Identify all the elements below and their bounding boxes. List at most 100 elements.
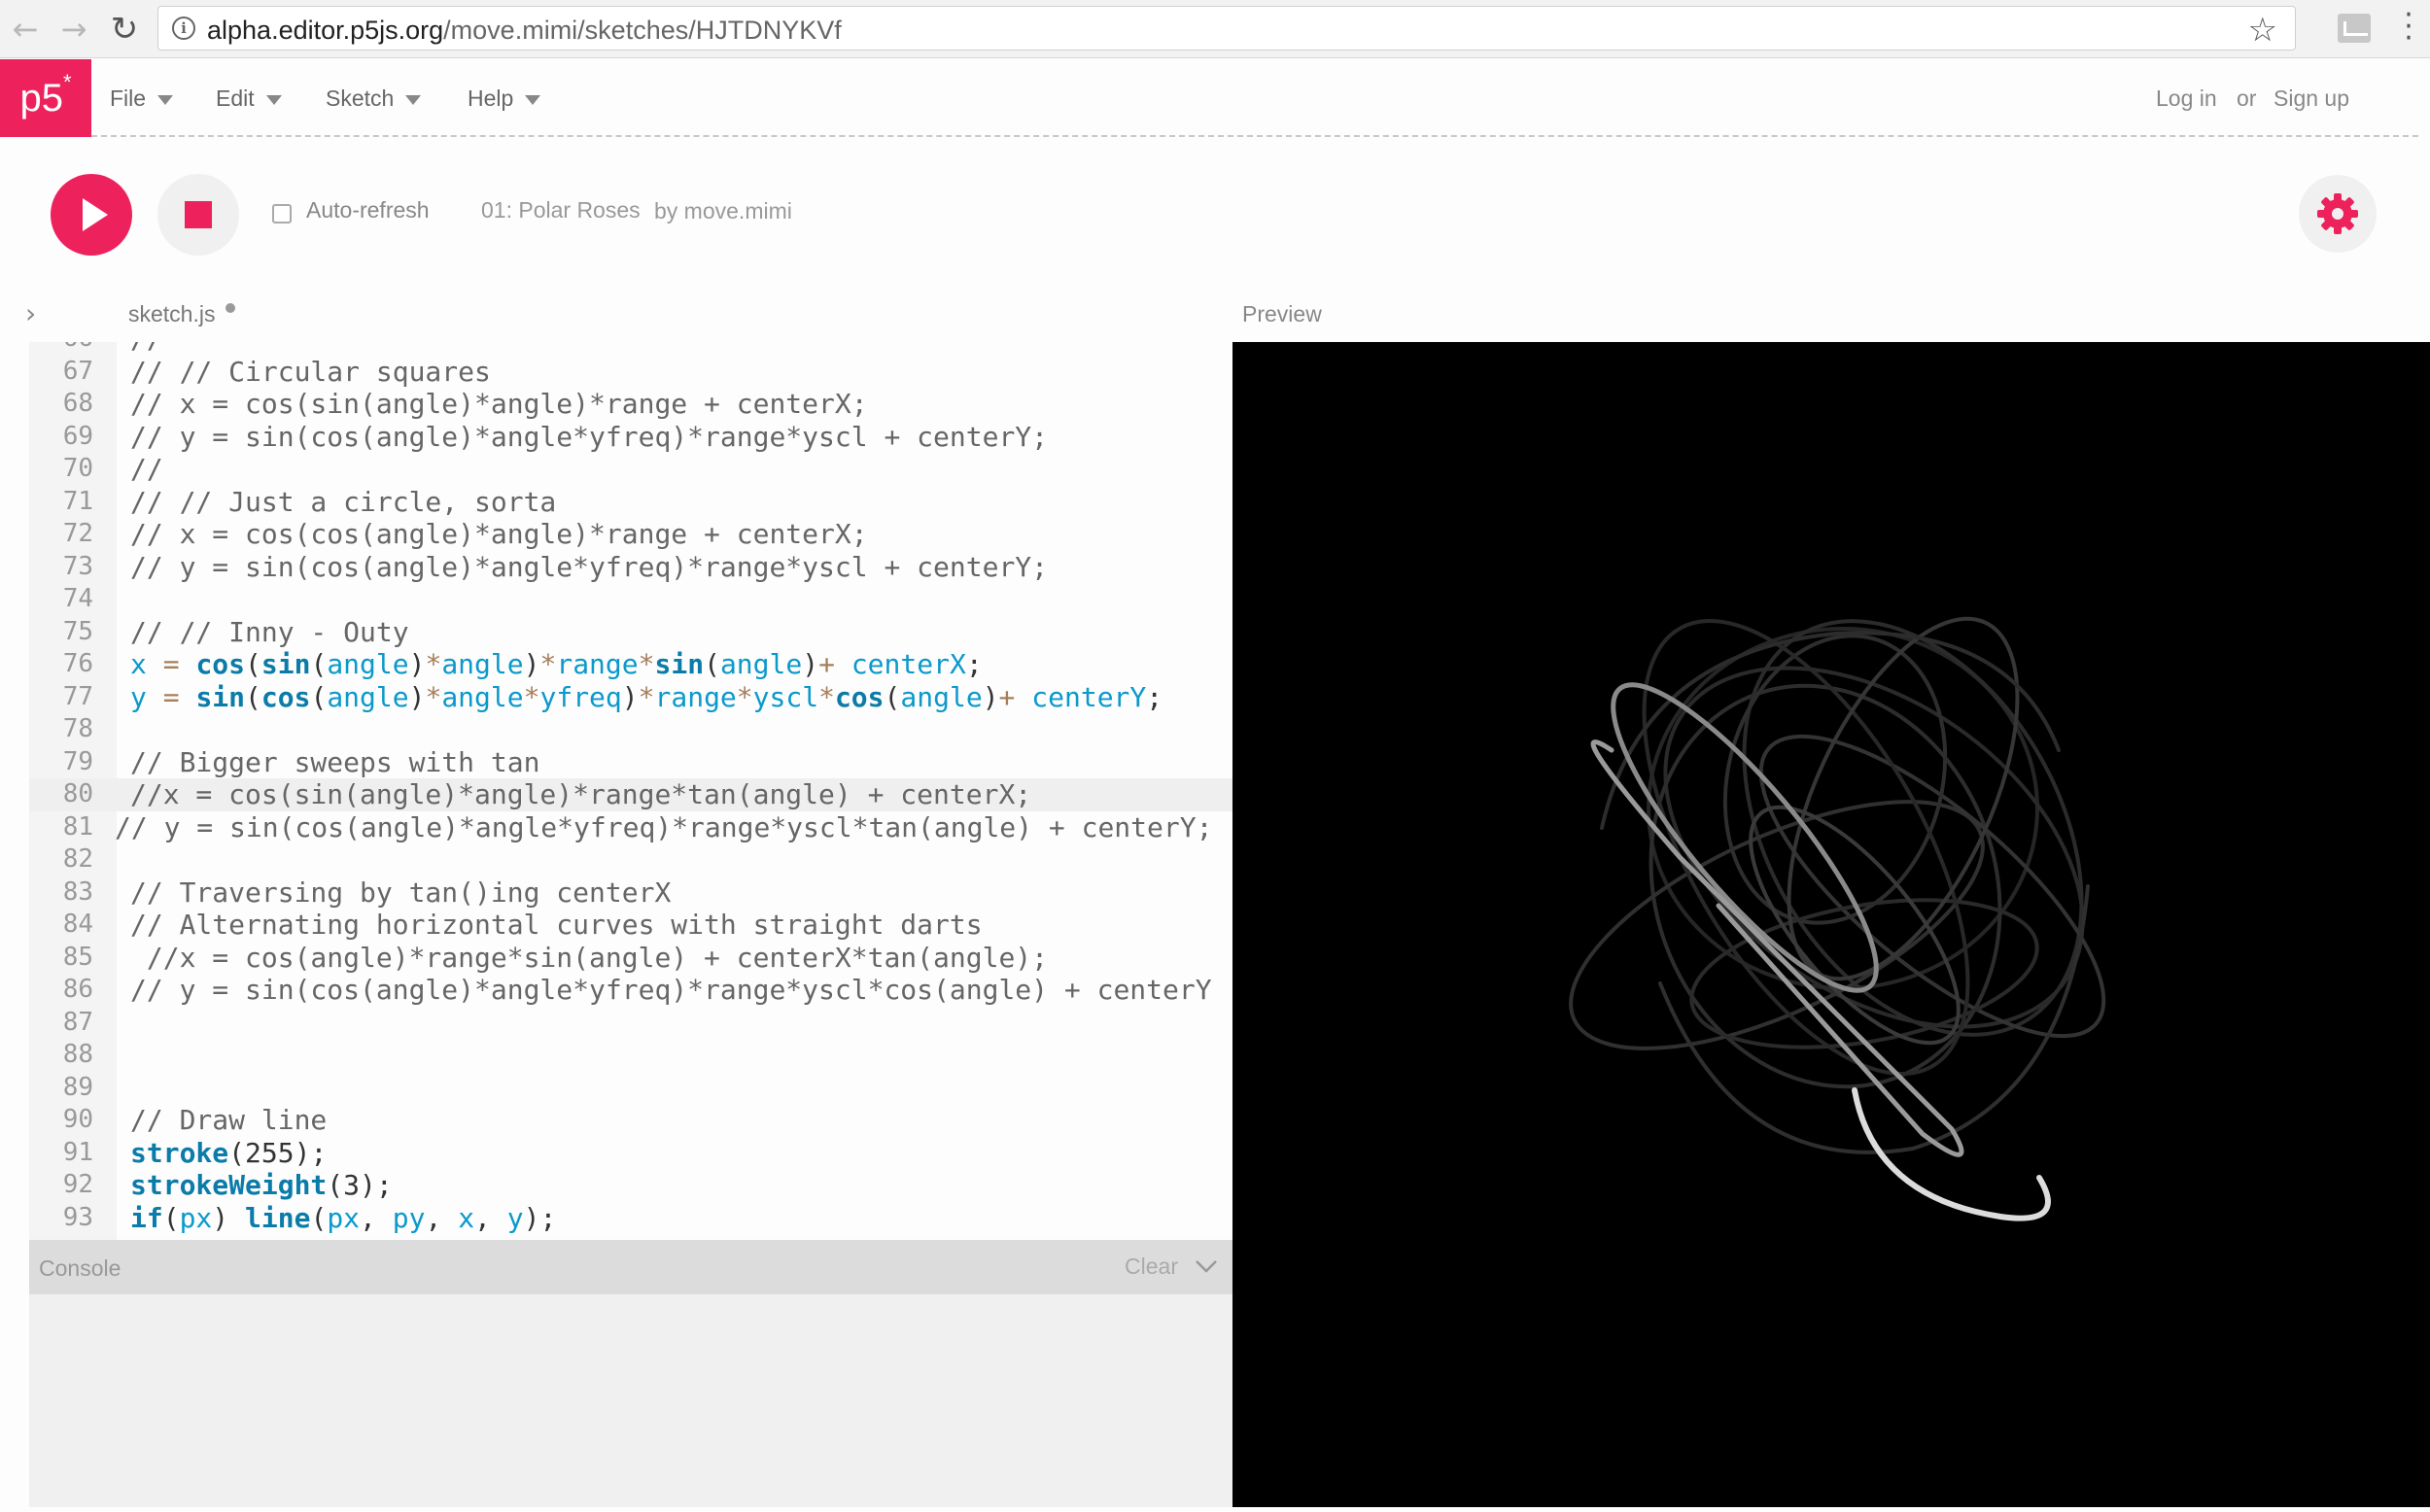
line-code[interactable]: // <box>130 342 163 356</box>
menu-edit[interactable]: Edit <box>216 79 282 118</box>
line-code[interactable]: // y = sin(cos(angle)*angle*yfreq)*range… <box>130 421 1048 454</box>
bookmark-star-icon[interactable]: ☆ <box>2248 11 2277 50</box>
line-code[interactable]: y = sin(cos(angle)*angle*yfreq)*range*ys… <box>130 681 1163 714</box>
code-line[interactable]: 85 //x = cos(angle)*range*sin(angle) + c… <box>29 942 1232 975</box>
autorefresh-label[interactable]: Auto-refresh <box>306 197 430 223</box>
autorefresh-checkbox[interactable] <box>272 204 292 223</box>
line-number: 87 <box>62 1007 93 1037</box>
preview-label: Preview <box>1242 301 1322 326</box>
line-code[interactable]: // y = sin(cos(angle)*angle*yfreq)*range… <box>130 551 1048 584</box>
extension-icon[interactable] <box>2338 14 2371 43</box>
login-link[interactable]: Log in <box>2156 79 2217 118</box>
code-lines[interactable]: 66 // 67 // // Circular squares 68 // x = cos… <box>29 342 1232 1234</box>
signup-link[interactable]: Sign up <box>2274 79 2349 118</box>
line-number: 90 <box>62 1105 93 1134</box>
sketch-name[interactable]: 01: Polar Roses <box>481 197 641 223</box>
line-number: 83 <box>62 876 93 907</box>
sketch-toolbar: Auto-refresh 01: Polar Roses by move.mim… <box>0 137 2430 288</box>
reload-icon[interactable]: ↻ <box>105 10 144 49</box>
line-code[interactable]: // y = sin(cos(angle)*angle*yfreq)*range… <box>115 811 1212 844</box>
info-icon[interactable]: i <box>172 17 195 40</box>
code-line[interactable]: 70 // <box>29 453 1232 486</box>
line-number: 85 <box>62 942 93 972</box>
line-number: 89 <box>62 1072 93 1102</box>
url-text[interactable]: alpha.editor.p5js.org/move.mimi/sketches… <box>207 16 842 46</box>
code-line[interactable]: 71 // // Just a circle, sorta <box>29 486 1232 519</box>
line-code[interactable]: // // Inny - Outy <box>130 616 409 649</box>
line-code[interactable]: // y = sin(cos(angle)*angle*yfreq)*range… <box>130 974 1212 1007</box>
console-output[interactable] <box>29 1294 1232 1507</box>
chevron-down-icon[interactable] <box>1194 1254 1219 1279</box>
line-number: 93 <box>62 1202 93 1232</box>
code-line[interactable]: 66 // <box>29 342 1232 356</box>
line-code[interactable]: strokeWeight(3); <box>130 1169 393 1202</box>
chevron-right-icon[interactable]: › <box>25 297 36 329</box>
line-number: 75 <box>62 616 93 646</box>
play-button[interactable] <box>51 174 132 256</box>
p5-logo[interactable]: p5* <box>0 59 91 137</box>
line-code[interactable]: // x = cos(sin(angle)*angle)*range + cen… <box>130 388 868 421</box>
menu-help[interactable]: Help <box>468 79 541 118</box>
line-code[interactable]: // Draw line <box>130 1104 327 1137</box>
auth-separator: or <box>2237 86 2257 111</box>
code-line[interactable]: 88 <box>29 1039 1232 1072</box>
forward-icon[interactable]: → <box>54 10 93 49</box>
code-line[interactable]: 81 // y = sin(cos(angle)*angle*yfreq)*ran… <box>29 811 1232 844</box>
caret-down-icon <box>405 94 422 105</box>
caret-down-icon <box>525 94 541 105</box>
line-number: 82 <box>62 844 93 874</box>
code-line[interactable]: 76 x = cos(sin(angle)*angle)*range*sin(an… <box>29 648 1232 681</box>
menu-sketch[interactable]: Sketch <box>326 79 422 118</box>
code-line[interactable]: 91 stroke(255); <box>29 1137 1232 1170</box>
line-code[interactable]: if(px) line(px, py, x, y); <box>130 1202 556 1235</box>
line-code[interactable]: // x = cos(cos(angle)*angle)*range + cen… <box>130 518 868 551</box>
code-line[interactable]: 86 // y = sin(cos(angle)*angle*yfreq)*ran… <box>29 974 1232 1007</box>
code-editor[interactable]: 66 // 67 // // Circular squares 68 // x = cos… <box>29 342 1232 1240</box>
code-line[interactable]: 68 // x = cos(sin(angle)*angle)*range + c… <box>29 388 1232 421</box>
code-line[interactable]: 89 <box>29 1072 1232 1105</box>
code-line[interactable]: 82 <box>29 843 1232 876</box>
preview-canvas[interactable] <box>1232 342 2430 1507</box>
line-code[interactable]: // Bigger sweeps with tan <box>130 746 539 779</box>
line-number: 92 <box>62 1170 93 1199</box>
code-line[interactable]: 79 // Bigger sweeps with tan <box>29 746 1232 779</box>
line-code[interactable]: // // Just a circle, sorta <box>130 486 556 519</box>
code-line[interactable]: 78 <box>29 713 1232 746</box>
line-number: 70 <box>62 454 93 483</box>
line-number: 69 <box>62 421 93 451</box>
line-code[interactable]: //x = cos(angle)*range*sin(angle) + cent… <box>130 942 1048 975</box>
code-line[interactable]: 74 <box>29 583 1232 616</box>
preview-drawing <box>1569 616 2106 1221</box>
line-code[interactable]: stroke(255); <box>130 1137 327 1170</box>
stop-button[interactable] <box>157 174 239 256</box>
line-code[interactable]: //x = cos(sin(angle)*angle)*range*tan(an… <box>130 778 1031 811</box>
code-line[interactable]: 83 // Traversing by tan()ing centerX <box>29 876 1232 910</box>
back-icon[interactable]: ← <box>6 10 45 49</box>
gear-icon <box>2317 193 2358 234</box>
file-tab[interactable]: sketch.js <box>128 301 215 327</box>
code-line[interactable]: 75 // // Inny - Outy <box>29 616 1232 649</box>
line-number: 81 <box>62 811 93 842</box>
address-bar[interactable]: i alpha.editor.p5js.org/move.mimi/sketch… <box>157 6 2296 51</box>
code-line[interactable]: 73 // y = sin(cos(angle)*angle*yfreq)*ran… <box>29 551 1232 584</box>
code-line[interactable]: 80 //x = cos(sin(angle)*angle)*range*tan(… <box>29 778 1232 811</box>
line-code[interactable]: // Alternating horizontal curves with st… <box>130 909 983 942</box>
code-line[interactable]: 93 if(px) line(px, py, x, y); <box>29 1202 1232 1235</box>
console-clear-button[interactable]: Clear <box>1125 1254 1178 1280</box>
code-line[interactable]: 87 <box>29 1007 1232 1040</box>
line-number: 66 <box>29 342 93 356</box>
code-line[interactable]: 92 strokeWeight(3); <box>29 1169 1232 1202</box>
line-code[interactable]: // // Circular squares <box>130 356 491 389</box>
code-line[interactable]: 77 y = sin(cos(angle)*angle*yfreq)*range*… <box>29 681 1232 714</box>
code-line[interactable]: 84 // Alternating horizontal curves with … <box>29 909 1232 942</box>
code-line[interactable]: 72 // x = cos(cos(angle)*angle)*range + c… <box>29 518 1232 551</box>
line-code[interactable]: x = cos(sin(angle)*angle)*range*sin(angl… <box>130 648 983 681</box>
code-line[interactable]: 69 // y = sin(cos(angle)*angle*yfreq)*ran… <box>29 421 1232 454</box>
line-code[interactable]: // <box>130 453 163 486</box>
code-line[interactable]: 90 // Draw line <box>29 1104 1232 1137</box>
settings-button[interactable] <box>2299 175 2377 253</box>
line-code[interactable]: // Traversing by tan()ing centerX <box>130 876 671 910</box>
code-line[interactable]: 67 // // Circular squares <box>29 356 1232 389</box>
menu-file[interactable]: File <box>110 79 174 118</box>
browser-menu-icon[interactable]: · · · <box>2399 1 2418 53</box>
